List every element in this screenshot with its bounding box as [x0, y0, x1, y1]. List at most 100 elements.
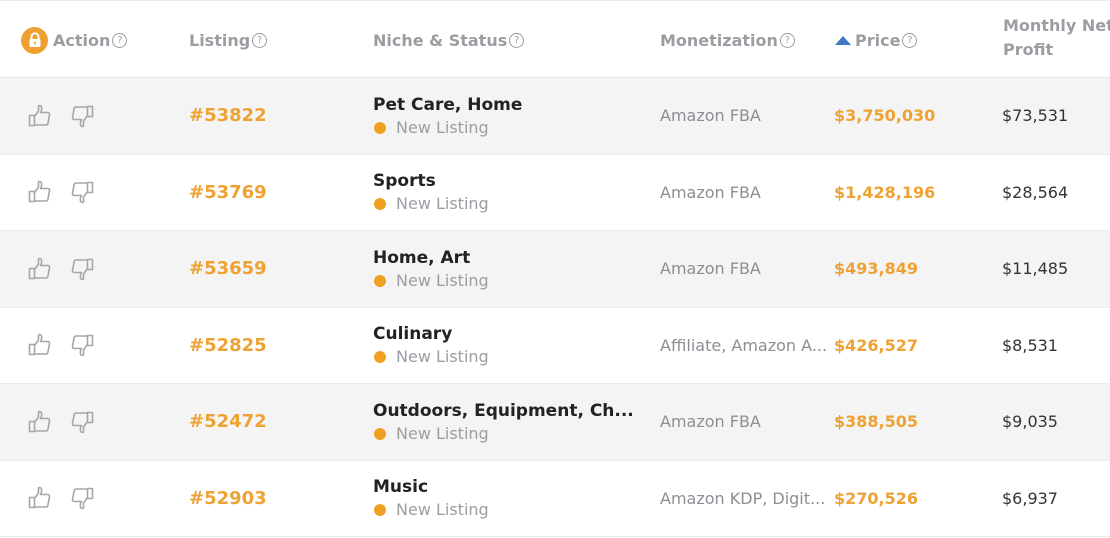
price-value: $3,750,030 — [834, 106, 936, 126]
monetization-value: Amazon FBA — [660, 412, 761, 432]
status-label: New Listing — [396, 423, 489, 443]
table-row[interactable]: #52472 Outdoors, Equipment, Ch... New Li… — [0, 384, 1110, 461]
table-row[interactable]: #52903 Music New Listing Amazon KDP, Dig… — [0, 461, 1110, 537]
action-cell — [27, 78, 95, 154]
header-niche-status-label: Niche & Status — [373, 30, 508, 50]
status-label: New Listing — [396, 347, 489, 367]
niche-name: Home, Art — [373, 247, 471, 268]
table-body: #53822 Pet Care, Home New Listing Amazon… — [0, 78, 1110, 537]
status-badge: New Listing — [373, 423, 489, 445]
help-icon[interactable]: ? — [779, 32, 795, 48]
price-value: $388,505 — [834, 412, 919, 432]
header-monetization-label: Monetization — [660, 30, 778, 50]
help-icon[interactable]: ? — [509, 32, 525, 48]
monthly-net-profit-value: $9,035 — [1002, 412, 1058, 432]
listing-id-link[interactable]: #52903 — [189, 461, 267, 537]
niche-name: Outdoors, Equipment, Ch... — [373, 400, 634, 421]
monthly-net-profit-value: $73,531 — [1002, 106, 1069, 126]
listing-id-link[interactable]: #52825 — [189, 308, 267, 384]
niche-status-cell: Home, Art New Listing — [373, 231, 489, 307]
header-action[interactable]: Action ? — [21, 1, 128, 79]
niche-status-cell: Outdoors, Equipment, Ch... New Listing — [373, 384, 634, 460]
status-badge: New Listing — [373, 117, 489, 139]
niche-name: Music — [373, 477, 429, 498]
status-badge: New Listing — [373, 270, 489, 292]
action-cell — [27, 155, 95, 231]
thumbs-up-icon[interactable] — [27, 256, 53, 282]
price-value: $270,526 — [834, 488, 919, 508]
status-badge: New Listing — [373, 499, 489, 521]
price-value: $1,428,196 — [834, 182, 936, 202]
listing-id-link[interactable]: #53822 — [189, 78, 267, 154]
niche-name: Sports — [373, 171, 436, 192]
monetization-value: Amazon FBA — [660, 259, 761, 279]
header-monthly-net-profit[interactable]: Monthly Net Profit — [1003, 0, 1110, 77]
thumbs-up-icon[interactable] — [27, 103, 53, 129]
thumbs-up-icon[interactable] — [27, 485, 53, 511]
help-icon[interactable]: ? — [902, 32, 918, 48]
lock-icon — [21, 26, 48, 54]
help-icon[interactable]: ? — [112, 32, 128, 48]
status-dot-icon — [374, 427, 386, 440]
table-header: Action ? Listing ? Niche & Status ? Mone… — [0, 0, 1110, 78]
status-badge: New Listing — [373, 346, 489, 368]
monetization-value: Affiliate, Amazon A... — [660, 335, 828, 355]
niche-name: Culinary — [373, 324, 453, 345]
sort-ascending-icon[interactable] — [835, 35, 851, 45]
price-value: $493,849 — [834, 259, 919, 279]
header-listing-label: Listing — [189, 30, 251, 50]
listing-id-link[interactable]: #53769 — [189, 155, 267, 231]
header-price-label: Price — [855, 30, 901, 50]
monthly-net-profit-value: $6,937 — [1002, 488, 1058, 508]
monthly-net-profit-value: $11,485 — [1002, 259, 1069, 279]
monetization-value: Amazon KDP, Digit... — [660, 488, 826, 508]
table-row[interactable]: #53769 Sports New Listing Amazon FBA $1,… — [0, 155, 1110, 231]
status-label: New Listing — [396, 500, 489, 520]
niche-status-cell: Sports New Listing — [373, 155, 489, 231]
status-label: New Listing — [396, 270, 489, 290]
monthly-net-profit-value: $28,564 — [1002, 182, 1069, 202]
table-row[interactable]: #53659 Home, Art New Listing Amazon FBA … — [0, 231, 1110, 308]
listings-table: Action ? Listing ? Niche & Status ? Mone… — [0, 0, 1110, 537]
listing-id-link[interactable]: #53659 — [189, 231, 267, 307]
thumbs-down-icon[interactable] — [69, 485, 95, 511]
table-row[interactable]: #53822 Pet Care, Home New Listing Amazon… — [0, 78, 1110, 155]
thumbs-up-icon[interactable] — [27, 179, 53, 205]
monetization-value: Amazon FBA — [660, 106, 761, 126]
header-action-label: Action — [53, 30, 111, 50]
thumbs-down-icon[interactable] — [69, 256, 95, 282]
header-niche-status[interactable]: Niche & Status ? — [373, 1, 525, 79]
status-dot-icon — [374, 274, 386, 287]
header-monetization[interactable]: Monetization ? — [660, 1, 795, 79]
monthly-net-profit-value: $8,531 — [1002, 335, 1058, 355]
status-dot-icon — [374, 351, 386, 364]
header-profit-line2: Profit — [1003, 40, 1054, 59]
listing-id-link[interactable]: #52472 — [189, 384, 267, 460]
niche-name: Pet Care, Home — [373, 94, 523, 115]
thumbs-up-icon[interactable] — [27, 409, 53, 435]
action-cell — [27, 384, 95, 460]
niche-status-cell: Pet Care, Home New Listing — [373, 78, 522, 154]
action-cell — [27, 461, 95, 537]
status-badge: New Listing — [373, 193, 489, 215]
status-label: New Listing — [396, 194, 489, 214]
monetization-value: Amazon FBA — [660, 182, 761, 202]
price-value: $426,527 — [834, 335, 919, 355]
thumbs-down-icon[interactable] — [69, 332, 95, 358]
thumbs-up-icon[interactable] — [27, 332, 53, 358]
status-dot-icon — [374, 198, 386, 211]
table-row[interactable]: #52825 Culinary New Listing Affiliate, A… — [0, 308, 1110, 384]
header-listing[interactable]: Listing ? — [189, 1, 268, 79]
thumbs-down-icon[interactable] — [69, 409, 95, 435]
niche-status-cell: Culinary New Listing — [373, 308, 489, 384]
thumbs-down-icon[interactable] — [69, 103, 95, 129]
action-cell — [27, 231, 95, 307]
thumbs-down-icon[interactable] — [69, 179, 95, 205]
status-dot-icon — [374, 121, 386, 134]
help-icon[interactable]: ? — [252, 32, 268, 48]
action-cell — [27, 308, 95, 384]
header-price[interactable]: Price ? — [835, 1, 918, 79]
header-profit-line1: Monthly Net — [1003, 16, 1110, 35]
status-label: New Listing — [396, 117, 489, 137]
status-dot-icon — [374, 504, 386, 517]
